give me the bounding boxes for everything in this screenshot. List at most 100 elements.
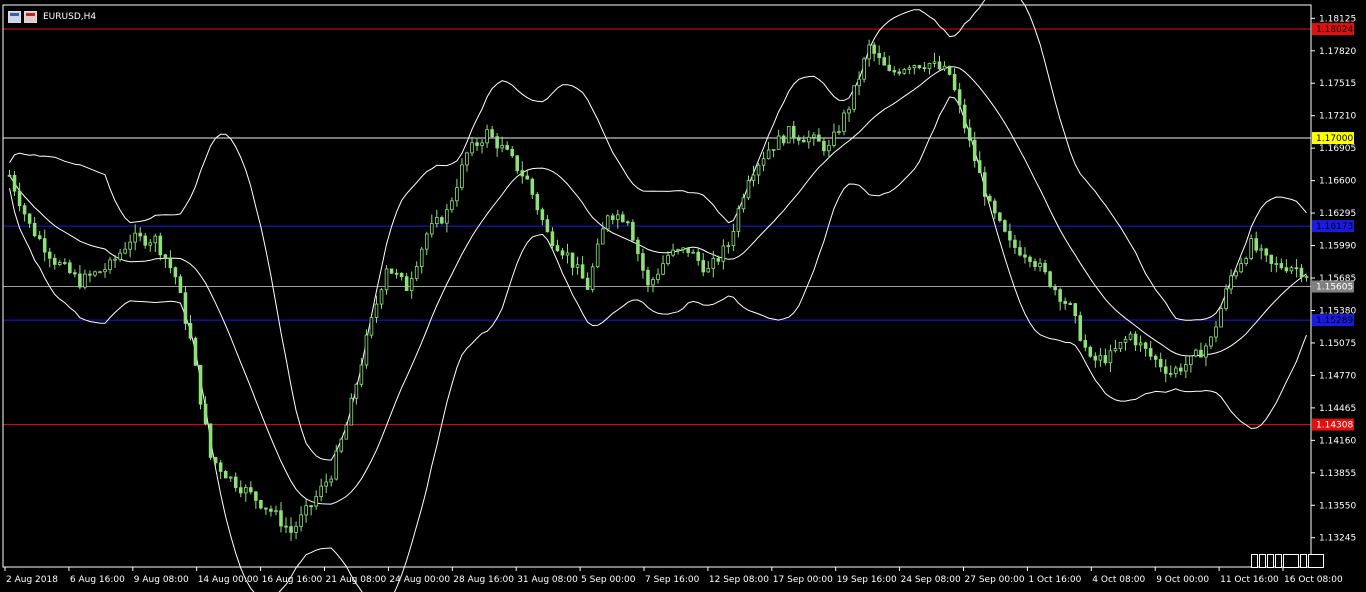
candle-body xyxy=(1023,254,1027,258)
candle xyxy=(485,124,489,148)
candle xyxy=(1148,340,1153,361)
candle-body xyxy=(339,438,344,452)
candle-body xyxy=(244,487,248,494)
bollinger-bands xyxy=(9,0,1307,592)
candle xyxy=(988,193,992,202)
candle xyxy=(228,476,233,482)
candle-body xyxy=(993,200,997,214)
candle xyxy=(1299,264,1304,283)
candle xyxy=(324,473,328,494)
candle-body xyxy=(771,148,776,151)
chart-window-icon-alt[interactable] xyxy=(24,11,37,23)
candle xyxy=(249,481,253,495)
chart-window[interactable]: 1.18125 1.17820 1.17515 1.17210 1.16905 1.166… xyxy=(0,0,1366,592)
candle-body xyxy=(1224,288,1228,309)
scroll-marker[interactable] xyxy=(1259,554,1266,568)
chart-scroll-indicator[interactable] xyxy=(1251,554,1324,568)
candle-body xyxy=(1269,254,1274,264)
candle xyxy=(842,109,846,136)
candle-body xyxy=(842,112,846,132)
symbol-label: EURUSD,H4 xyxy=(43,12,97,22)
candle xyxy=(1033,258,1037,271)
candle-body xyxy=(952,74,957,91)
candle xyxy=(1043,259,1047,275)
candle-body xyxy=(1219,308,1223,328)
candle-body xyxy=(430,223,434,235)
candle-body xyxy=(294,525,298,533)
candle-body xyxy=(530,178,535,195)
candle xyxy=(1168,365,1173,378)
candle-body xyxy=(158,235,163,256)
candle-body xyxy=(505,145,509,150)
candle-body xyxy=(1063,300,1067,304)
candle xyxy=(1088,345,1093,358)
candle-body xyxy=(962,104,967,129)
candle xyxy=(490,125,494,138)
level-tag-label: 1.18024 xyxy=(1316,25,1353,35)
candle-body xyxy=(1043,262,1047,273)
candle xyxy=(621,211,625,223)
candle-body xyxy=(585,277,590,290)
candle xyxy=(1284,259,1289,274)
candle-body xyxy=(967,127,972,141)
candle-body xyxy=(1259,248,1264,251)
candle-body xyxy=(535,194,540,211)
scroll-marker[interactable] xyxy=(1300,554,1307,568)
candle xyxy=(545,214,550,233)
candle xyxy=(998,211,1002,223)
candle xyxy=(746,175,751,201)
candle xyxy=(465,151,469,172)
candle-body xyxy=(1199,349,1203,358)
scroll-thumb[interactable] xyxy=(1283,554,1299,568)
time-tick-label: 1 Oct 16:00 xyxy=(1028,575,1081,585)
candle xyxy=(1249,234,1253,261)
candle xyxy=(776,129,781,150)
lower-band xyxy=(9,96,1307,592)
candle-body xyxy=(731,231,736,246)
time-tick-label: 14 Aug 00:00 xyxy=(198,575,259,585)
candle xyxy=(349,393,354,426)
candle-body xyxy=(163,254,168,259)
candle-body xyxy=(1234,271,1238,277)
candle xyxy=(721,239,726,270)
candle-body xyxy=(706,268,711,273)
candle-body xyxy=(193,337,198,366)
candle xyxy=(993,198,997,220)
scroll-thumb[interactable] xyxy=(1308,554,1324,568)
candle xyxy=(1118,341,1123,352)
candle xyxy=(555,239,560,252)
price-chart[interactable]: 1.18125 1.17820 1.17515 1.17210 1.16905 1.166… xyxy=(0,0,1366,592)
candle-body xyxy=(595,243,600,268)
candle xyxy=(78,265,82,290)
candle-body xyxy=(118,252,122,260)
scroll-marker[interactable] xyxy=(1251,554,1258,568)
price-tick-label: 1.17515 xyxy=(1319,79,1356,89)
candle xyxy=(1204,343,1208,367)
candle-body xyxy=(359,364,364,385)
candle-body xyxy=(88,273,92,276)
time-tick-label: 4 Oct 08:00 xyxy=(1092,575,1145,585)
candle xyxy=(1163,359,1168,383)
candle xyxy=(42,229,47,262)
candle-body xyxy=(389,268,394,274)
candle-body xyxy=(651,279,655,286)
chart-window-icon[interactable] xyxy=(8,11,21,23)
candle-body xyxy=(404,276,409,291)
candle xyxy=(1219,305,1223,328)
scroll-marker[interactable] xyxy=(1275,554,1282,568)
candle xyxy=(148,239,153,252)
candle-body xyxy=(621,214,625,223)
candle-body xyxy=(1274,263,1279,265)
candle xyxy=(887,55,892,72)
time-tick-label: 7 Sep 16:00 xyxy=(645,575,700,585)
candle xyxy=(22,202,27,222)
candle xyxy=(1158,352,1163,373)
candle-body xyxy=(32,222,37,237)
candle-body xyxy=(1088,346,1093,357)
candle xyxy=(982,166,987,206)
candle xyxy=(1008,223,1012,248)
candle-body xyxy=(108,259,112,270)
candle-body xyxy=(786,125,791,144)
candle-body xyxy=(1028,256,1032,262)
scroll-marker[interactable] xyxy=(1267,554,1274,568)
